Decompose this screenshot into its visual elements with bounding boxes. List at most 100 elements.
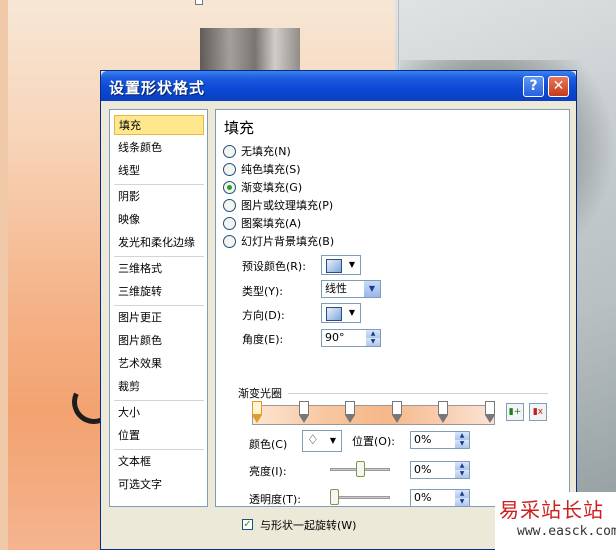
direction-label: 方向(D): [242, 309, 285, 322]
angle-label: 角度(E): [242, 333, 284, 346]
direction-dropdown[interactable]: ▼ [321, 303, 361, 323]
chevron-down-icon: ▼ [329, 436, 337, 445]
rotate-with-shape-label: 与形状一起旋转(W) [260, 519, 357, 532]
radio-label: 图案填充(A) [241, 217, 302, 230]
preset-colors-dropdown[interactable]: ▼ [321, 255, 361, 275]
nav-item-crop[interactable]: 裁剪 [114, 377, 204, 397]
chevron-down-icon: ▼ [348, 308, 356, 317]
nav-item-reflection[interactable]: 映像 [114, 210, 204, 230]
spin-down-icon[interactable]: ▼ [455, 470, 469, 478]
type-select[interactable]: 线性 ▼ [321, 280, 381, 298]
brightness-spinner[interactable]: 0% ▲ ▼ [410, 461, 470, 479]
transparency-slider-track[interactable] [330, 496, 390, 499]
type-select-value: 线性 [325, 282, 347, 295]
nav-item-size[interactable]: 大小 [114, 403, 204, 423]
radio-solid-fill[interactable]: 纯色填充(S) [223, 162, 301, 178]
chevron-down-icon: ▼ [348, 260, 356, 269]
type-label: 类型(Y): [242, 285, 284, 298]
radio-gradient-fill[interactable]: 渐变填充(G) [223, 180, 302, 196]
nav-item-picture-color[interactable]: 图片颜色 [114, 331, 204, 351]
background-photo-fragment [200, 28, 300, 73]
gradient-stop-marker[interactable] [485, 401, 495, 423]
site-watermark: 易采站长站 www.easck.com [495, 492, 616, 550]
add-gradient-stop-button[interactable]: ▮+ [506, 403, 524, 421]
spin-up-icon[interactable]: ▲ [455, 490, 469, 498]
radio-indicator [223, 216, 236, 230]
close-button[interactable]: ✕ [548, 76, 569, 97]
nav-item-line-color[interactable]: 线条颜色 [114, 138, 204, 158]
preset-colors-label: 预设颜色(R): [242, 260, 306, 273]
nav-item-picture-corrections[interactable]: 图片更正 [114, 308, 204, 328]
dialog-titlebar[interactable]: 设置形状格式 ? ✕ [101, 71, 576, 101]
rotate-with-shape-checkbox[interactable]: ✓ [242, 519, 253, 530]
direction-preview-swatch [326, 307, 342, 321]
radio-label: 渐变填充(G) [241, 181, 303, 194]
chevron-down-icon: ▼ [364, 281, 380, 297]
nav-item-position[interactable]: 位置 [114, 426, 204, 446]
nav-item-fill[interactable]: 填充 [114, 115, 204, 135]
nav-item-3d-format[interactable]: 三维格式 [114, 259, 204, 279]
gradient-stop-marker[interactable] [438, 401, 449, 423]
radio-slide-background-fill[interactable]: 幻灯片背景填充(B) [223, 234, 334, 250]
spin-up-icon[interactable]: ▲ [455, 432, 469, 440]
radio-label: 无填充(N) [241, 145, 291, 158]
gradient-stops-heading: 渐变光圈 [238, 387, 282, 400]
angle-value: 90° [325, 331, 345, 344]
radio-label: 幻灯片背景填充(B) [241, 235, 335, 248]
radio-no-fill[interactable]: 无填充(N) [223, 144, 291, 160]
radio-indicator [223, 162, 236, 176]
nav-item-3d-rotation[interactable]: 三维旋转 [114, 282, 204, 302]
radio-indicator [223, 198, 236, 212]
nav-separator [114, 256, 204, 257]
radio-pattern-fill[interactable]: 图案填充(A) [223, 216, 301, 232]
spin-down-icon[interactable]: ▼ [366, 338, 380, 346]
angle-spinner[interactable]: 90° ▲ ▼ [321, 329, 381, 347]
transparency-slider-thumb[interactable] [330, 489, 339, 505]
spin-down-icon[interactable]: ▼ [455, 440, 469, 448]
radio-picture-fill[interactable]: 图片或纹理填充(P) [223, 198, 333, 214]
gradient-stop-marker[interactable] [345, 401, 356, 423]
nav-separator [114, 449, 204, 450]
paint-bucket-icon: ♢ [307, 433, 319, 448]
nav-item-line-style[interactable]: 线型 [114, 161, 204, 181]
radio-label: 纯色填充(S) [241, 163, 301, 176]
spin-down-icon[interactable]: ▼ [455, 498, 469, 506]
nav-item-artistic-effects[interactable]: 艺术效果 [114, 354, 204, 374]
nav-item-shadow[interactable]: 阴影 [114, 187, 204, 207]
radio-indicator-selected [223, 180, 236, 194]
gradient-stop-marker[interactable] [252, 401, 262, 423]
gradient-stop-marker[interactable] [298, 401, 309, 423]
spin-up-icon[interactable]: ▲ [366, 330, 380, 338]
gradient-stops-bar[interactable] [252, 405, 495, 425]
watermark-site-name: 易采站长站 [499, 498, 604, 522]
brightness-slider-thumb[interactable] [355, 461, 365, 477]
stop-position-spinner[interactable]: 0% ▲ ▼ [410, 431, 470, 449]
stop-color-label: 颜色(C) [249, 438, 288, 451]
nav-item-alt-text[interactable]: 可选文字 [114, 475, 204, 495]
remove-gradient-stop-button[interactable]: ▮x [529, 403, 547, 421]
radio-indicator [223, 144, 236, 158]
watermark-url: www.easck.com [517, 524, 616, 539]
transparency-value: 0% [414, 491, 432, 504]
nav-item-text-box[interactable]: 文本框 [114, 452, 204, 472]
stop-position-label: 位置(O): [352, 435, 395, 448]
gradient-stop-marker[interactable] [391, 401, 402, 423]
slide-left-edge [0, 0, 8, 550]
help-button[interactable]: ? [523, 76, 544, 97]
panel-title: 填充 [224, 119, 255, 137]
spin-up-icon[interactable]: ▲ [455, 462, 469, 470]
radio-indicator [223, 234, 236, 248]
stop-color-dropdown[interactable]: ♢ ▼ [302, 430, 342, 452]
shape-resize-handle[interactable] [195, 0, 203, 5]
fill-settings-panel: 填充 无填充(N) 纯色填充(S) 渐变填充(G) 图片或纹理填充(P) 图案填… [215, 109, 570, 532]
transparency-spinner[interactable]: 0% ▲ ▼ [410, 489, 470, 507]
nav-item-glow[interactable]: 发光和柔化边缘 [114, 233, 204, 253]
dialog-title: 设置形状格式 [109, 79, 206, 97]
nav-separator [114, 400, 204, 401]
brightness-label: 亮度(I): [249, 465, 287, 478]
transparency-label: 透明度(T): [249, 493, 302, 506]
stop-position-value: 0% [414, 433, 432, 446]
section-divider [288, 393, 548, 394]
radio-label: 图片或纹理填充(P) [241, 199, 334, 212]
nav-separator [114, 305, 204, 306]
